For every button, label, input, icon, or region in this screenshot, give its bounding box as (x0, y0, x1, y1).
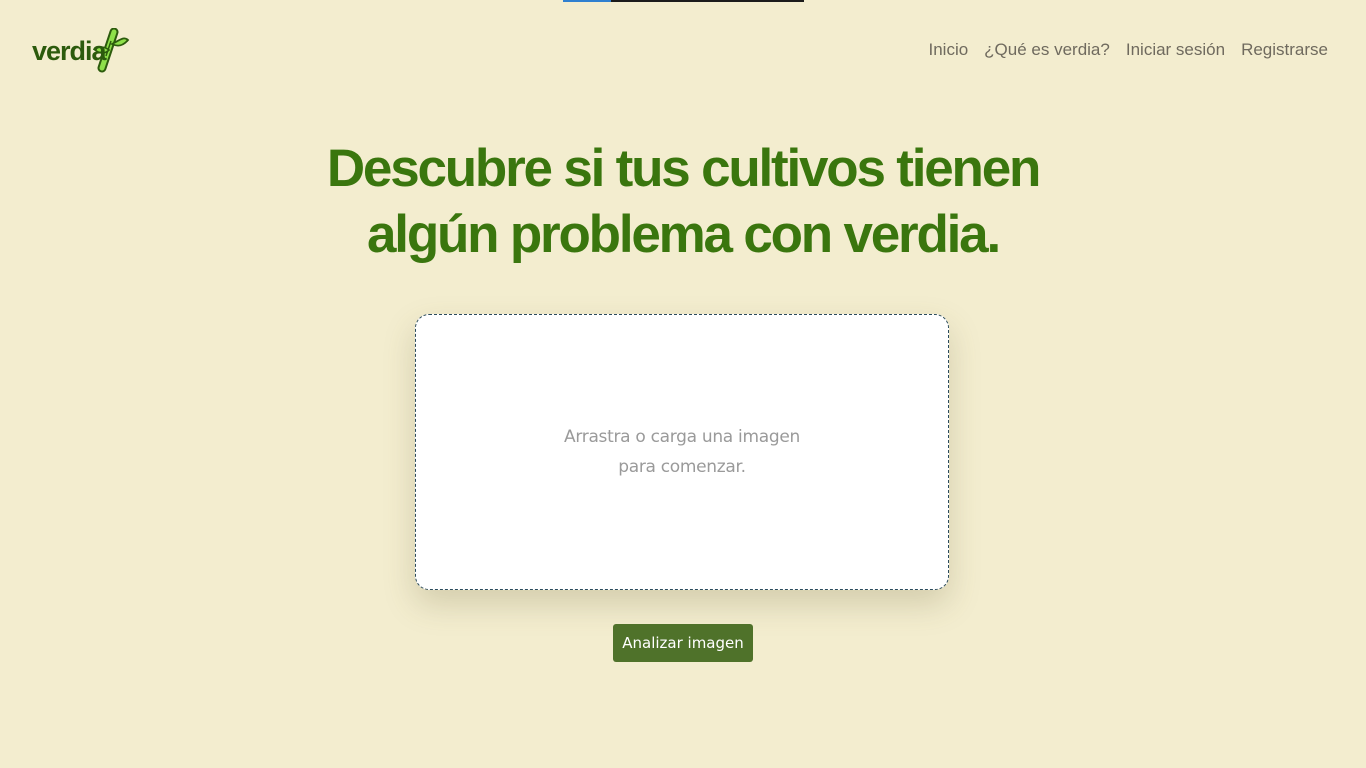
dropzone-text-line-1: Arrastra o carga una imagen (564, 427, 800, 447)
logo-text: verdia (32, 35, 107, 66)
logo-link[interactable]: verdia (32, 28, 130, 74)
dropzone-instructions: Arrastra o carga una imagen para comenza… (564, 422, 800, 482)
nav-link-iniciar-sesion[interactable]: Iniciar sesión (1126, 40, 1225, 60)
nav-link-registrarse[interactable]: Registrarse (1241, 40, 1328, 60)
dropzone-text-line-2: para comenzar. (618, 457, 746, 477)
site-header: verdia Inicio ¿Qué es verdia? Iniciar se… (0, 0, 1366, 100)
analyze-image-button[interactable]: Analizar imagen (613, 624, 753, 662)
hero-title-line-1: Descubre si tus cultivos tienen (326, 139, 1042, 198)
image-dropzone[interactable]: Arrastra o carga una imagen para comenza… (415, 314, 949, 590)
nav-link-que-es-verdia[interactable]: ¿Qué es verdia? (984, 40, 1110, 60)
main-nav: Inicio ¿Qué es verdia? Iniciar sesión Re… (928, 40, 1328, 60)
hero-title: Descubre si tus cultivos tienen algún pr… (0, 136, 1366, 268)
hero-title-line-2: algún problema con verdia. (367, 205, 1001, 264)
nav-link-inicio[interactable]: Inicio (928, 40, 968, 60)
